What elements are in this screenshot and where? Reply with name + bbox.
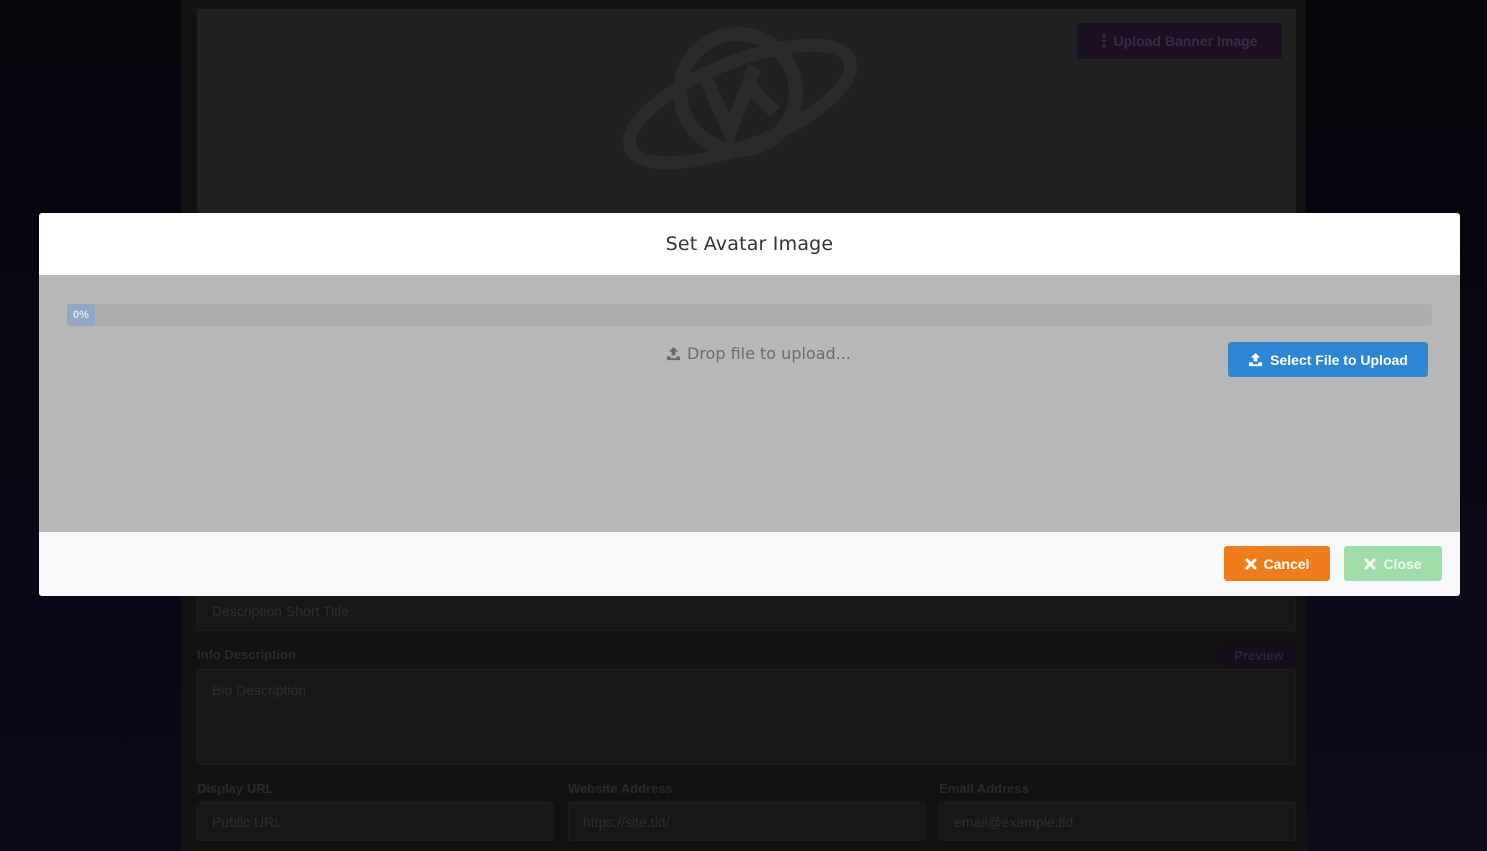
close-x-icon: [1245, 558, 1257, 569]
bio-description-placeholder: Bio Description: [212, 682, 307, 698]
email-placeholder: email@example.tld: [954, 813, 1074, 830]
preview-button[interactable]: Preview: [1222, 646, 1296, 665]
upload-banner-label: Upload Banner Image: [1113, 33, 1258, 49]
public-url-placeholder: Public URL: [212, 813, 283, 830]
upload-progress-bar: 0%: [67, 304, 1432, 326]
close-button[interactable]: Close: [1344, 546, 1442, 581]
email-address-field[interactable]: email@example.tld: [939, 802, 1296, 841]
modal-title: Set Avatar Image: [665, 233, 834, 255]
upload-drop-area[interactable]: 0% Drop file to upload... Select File to…: [39, 275, 1460, 532]
description-short-title-field[interactable]: Description Short Title: [197, 591, 1296, 631]
close-x-icon: [1364, 558, 1376, 569]
modal-header: Set Avatar Image: [39, 213, 1460, 275]
upload-icon: [666, 346, 681, 360]
info-description-label: Info Description: [197, 647, 296, 662]
select-file-label: Select File to Upload: [1270, 351, 1408, 368]
upload-banner-button[interactable]: Upload Banner Image: [1077, 23, 1282, 59]
cancel-button[interactable]: Cancel: [1224, 546, 1330, 581]
upload-progress-label: 0%: [73, 309, 89, 321]
drop-file-hint: Drop file to upload...: [666, 343, 851, 363]
email-address-label: Email Address: [939, 781, 1029, 796]
cancel-label: Cancel: [1263, 555, 1310, 572]
upload-icon: [1249, 352, 1263, 367]
website-address-field[interactable]: https://site.tld/: [568, 802, 925, 841]
select-file-button[interactable]: Select File to Upload: [1228, 342, 1428, 377]
bio-description-field[interactable]: Bio Description: [197, 669, 1296, 765]
website-address-label: Website Address: [568, 781, 673, 796]
drop-file-text: Drop file to upload...: [687, 343, 851, 363]
vertical-dots-icon: [1101, 34, 1106, 48]
public-url-field[interactable]: Public URL: [197, 802, 554, 841]
display-url-label: Display URL: [197, 781, 274, 796]
set-avatar-modal: Set Avatar Image 0% Drop file to upload.…: [39, 213, 1460, 596]
site-logo-icon: [622, 27, 858, 170]
upload-progress-fill: 0%: [67, 304, 95, 326]
description-short-title-placeholder: Description Short Title: [212, 603, 349, 619]
close-label: Close: [1383, 555, 1422, 572]
modal-footer: Cancel Close: [39, 532, 1460, 596]
website-placeholder: https://site.tld/: [583, 813, 670, 830]
